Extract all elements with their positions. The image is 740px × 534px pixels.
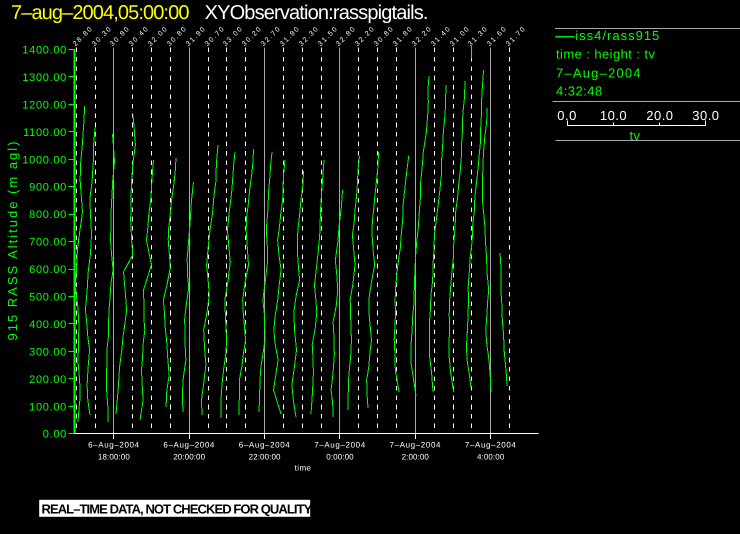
svg-text:915 RASS Altitude (m agl): 915 RASS Altitude (m agl) — [5, 139, 20, 340]
svg-text:0.00: 0.00 — [43, 429, 67, 441]
svg-text:6–Aug–2004: 6–Aug–2004 — [163, 441, 215, 450]
svg-text:6–Aug–2004: 6–Aug–2004 — [239, 441, 291, 450]
svg-text:400.00: 400.00 — [29, 319, 67, 331]
svg-text:600.00: 600.00 — [29, 264, 67, 276]
svg-text:100.00: 100.00 — [29, 401, 67, 413]
svg-text:7–Aug–2004: 7–Aug–2004 — [556, 65, 642, 80]
svg-text:iss4/rass915: iss4/rass915 — [575, 28, 660, 43]
svg-text:500.00: 500.00 — [29, 292, 67, 304]
svg-text:7–Aug–2004: 7–Aug–2004 — [390, 441, 442, 450]
svg-text:900.00: 900.00 — [29, 182, 67, 194]
svg-text:time : height : tv: time : height : tv — [556, 46, 655, 61]
svg-text:4:32:48: 4:32:48 — [556, 84, 603, 99]
svg-text:18:00:00: 18:00:00 — [98, 452, 130, 461]
svg-text:XYObservation:rasspigtails.: XYObservation:rasspigtails. — [205, 2, 428, 24]
svg-text:1100.00: 1100.00 — [23, 127, 67, 139]
svg-text:0:00:00: 0:00:00 — [326, 452, 354, 461]
svg-text:2:00:00: 2:00:00 — [402, 452, 430, 461]
svg-text:7–Aug–2004: 7–Aug–2004 — [314, 441, 366, 450]
svg-text:1300.00: 1300.00 — [22, 72, 67, 84]
svg-text:700.00: 700.00 — [29, 237, 67, 249]
svg-text:20:00:00: 20:00:00 — [173, 452, 205, 461]
svg-text:7–Aug–2004: 7–Aug–2004 — [465, 441, 517, 450]
svg-text:1200.00: 1200.00 — [22, 99, 67, 111]
svg-text:300.00: 300.00 — [29, 346, 67, 358]
svg-text:4:00:00: 4:00:00 — [477, 452, 505, 461]
svg-text:1400.00: 1400.00 — [22, 45, 67, 57]
svg-text:22:00:00: 22:00:00 — [249, 452, 281, 461]
svg-text:6–Aug–2004: 6–Aug–2004 — [88, 441, 140, 450]
svg-text:REAL–TIME DATA, NOT CHECKED FO: REAL–TIME DATA, NOT CHECKED FOR QUALITY — [42, 501, 313, 516]
svg-text:200.00: 200.00 — [29, 374, 67, 386]
svg-text:800.00: 800.00 — [29, 209, 67, 221]
svg-text:10.0: 10.0 — [600, 108, 627, 123]
svg-text:7–aug–2004,05:00:00: 7–aug–2004,05:00:00 — [11, 2, 189, 24]
svg-text:time: time — [295, 464, 312, 473]
svg-text:20.0: 20.0 — [646, 108, 673, 123]
svg-text:1000.00: 1000.00 — [22, 154, 67, 166]
